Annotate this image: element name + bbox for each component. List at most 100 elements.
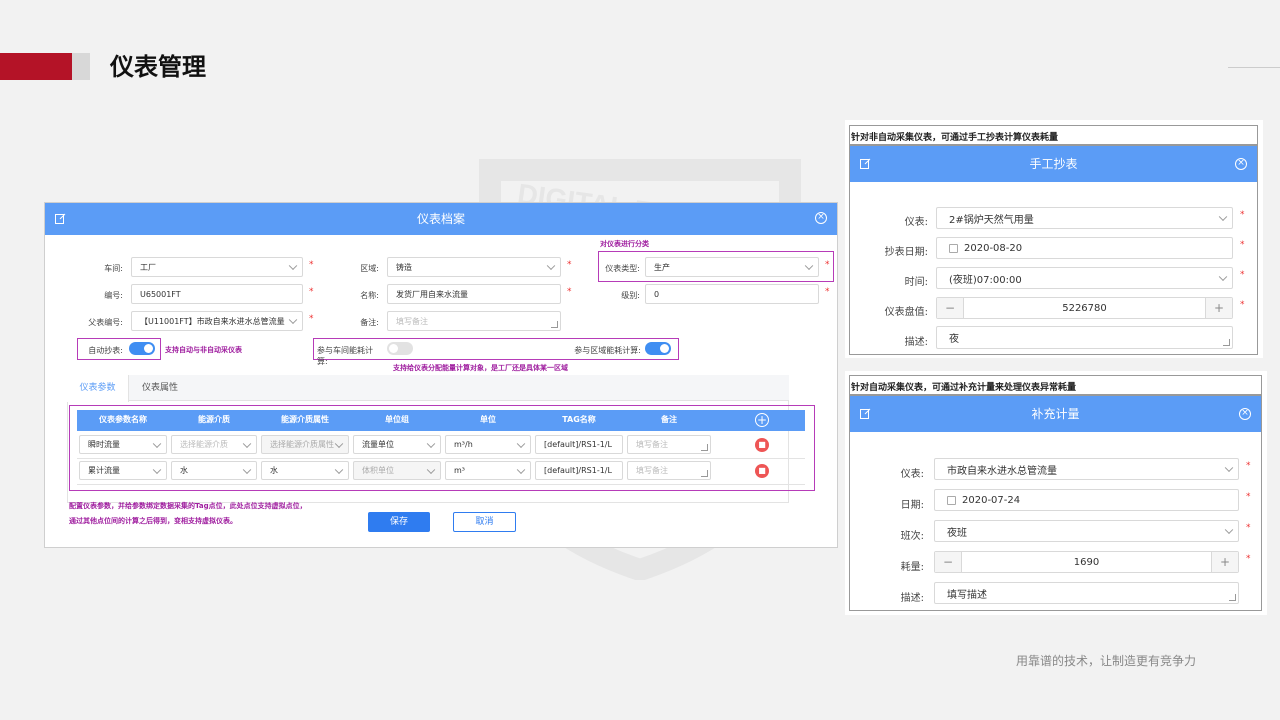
meter-type-label: 仪表类型: [605,264,640,273]
row1-remark-textarea[interactable]: 填写备注 [627,435,711,454]
increment-button[interactable]: + [1211,552,1238,572]
row2-unit-select[interactable]: m³ [445,461,531,480]
row1-medium-attr-select[interactable]: 选择能源介质属性 [261,435,349,454]
workshop-calc-toggle[interactable] [387,342,413,355]
row2-medium-attr-select[interactable]: 水 [261,461,349,480]
row1-tag-input[interactable]: [default]/RS1-1/L [535,435,623,454]
dialog-title: 手工抄表 [1029,157,1078,171]
row2-tag-input[interactable]: [default]/RS1-1/L [535,461,623,480]
required-mark: * [1240,300,1245,310]
parent-code-value: 【U11001FT】市政自来水进水总管流量 [140,316,285,326]
th-medium-attr: 能源介质属性 [259,410,351,430]
chevron-down-icon [516,465,526,474]
shift-label: 班次: [900,531,924,542]
level-input[interactable]: 0 [645,284,819,304]
required-mark: * [1240,270,1245,280]
row2-medium: 水 [180,466,188,475]
chevron-down-icon [242,465,252,474]
desc-value: 夜 [949,334,959,345]
amount-stepper[interactable]: − 1690 + [934,551,1239,573]
increment-button[interactable]: + [1205,298,1232,318]
read-date-picker[interactable]: 2020-08-20 [936,237,1233,259]
shift-select[interactable]: 夜班 [934,520,1239,542]
tab-label: 仪表参数 [79,383,116,393]
reading-stepper[interactable]: − 5226780 + [936,297,1233,319]
name-input[interactable]: 发货厂用自来水流量 [387,284,561,304]
workshop-label: 车间: [104,264,123,273]
th-unit: 单位 [443,410,533,430]
meter-type-select[interactable]: 生产 [645,257,819,277]
meter-select[interactable]: 市政自来水进水总管流量 [934,458,1239,480]
delete-row-icon[interactable]: ■ [755,464,769,478]
code-input[interactable]: U65001FT [131,284,303,304]
required-mark: * [825,287,830,297]
annotation-classify: 对仪表进行分类 [600,240,649,248]
close-icon[interactable]: × [1239,408,1251,420]
row1-unit: m³/h [454,440,473,449]
edit-icon [860,408,871,419]
row2-tag: [default]/RS1-1/L [544,466,612,475]
tab-meter-attrs[interactable]: 仪表属性 [129,375,191,401]
edit-icon [55,213,66,224]
time-select[interactable]: (夜班)07:00:00 [936,267,1233,289]
meter-label: 仪表: [904,217,928,228]
desc-textarea[interactable]: 填写描述 [934,582,1239,604]
reading-label: 仪表盘值: [884,307,928,318]
th-tag: TAG名称 [533,410,625,430]
save-button[interactable]: 保存 [368,512,430,532]
area-select[interactable]: 铸造 [387,257,561,277]
row1-unit-select[interactable]: m³/h [445,435,531,454]
delete-row-icon[interactable]: ■ [755,438,769,452]
area-calc-toggle[interactable] [645,342,671,355]
required-mark: * [309,314,314,324]
row2-unit-group-select[interactable]: 体积单位 [353,461,441,480]
decrement-button[interactable]: − [935,552,962,572]
desc-label: 描述: [904,337,928,348]
remark-placeholder: 填写备注 [396,316,428,326]
read-date-label: 抄表日期: [884,247,928,258]
chevron-down-icon [546,261,556,271]
close-icon[interactable]: × [815,212,827,224]
name-value: 发货厂用自来水流量 [396,289,468,299]
date-value: 2020-07-24 [962,494,1021,506]
tab-meter-params[interactable]: 仪表参数 [67,375,129,402]
row1-unit-group-select[interactable]: 流量单位 [353,435,441,454]
th-param-name: 仪表参数名称 [77,410,169,430]
cancel-button[interactable]: 取消 [453,512,516,532]
date-label: 日期: [900,500,924,511]
parent-code-select[interactable]: 【U11001FT】市政自来水进水总管流量 [131,311,303,331]
th-remark: 备注 [625,410,713,430]
meter-select[interactable]: 2#锅炉天然气用量 [936,207,1233,229]
annotation-table-note-1: 配置仪表参数，并给参数绑定数据采集的Tag点位，此处点位支持虚拟点位， [69,502,307,510]
close-icon[interactable]: × [1235,158,1247,170]
chevron-down-icon [1224,463,1234,473]
header-accent-red [0,53,72,80]
decrement-button[interactable]: − [937,298,964,318]
add-row-icon[interactable]: + [755,413,769,427]
row2-medium-select[interactable]: 水 [171,461,257,480]
chevron-down-icon [288,315,298,325]
row1-param-name-select[interactable]: 瞬时流量 [79,435,167,454]
dialog-titlebar: 补充计量 × [850,396,1261,432]
chevron-down-icon [152,465,162,474]
meter-label: 仪表: [900,469,924,480]
chevron-down-icon [152,439,162,448]
desc-textarea[interactable]: 夜 [936,326,1233,349]
row2-unit: m³ [454,466,465,475]
resize-handle-icon [701,444,708,451]
chevron-down-icon [334,465,344,474]
workshop-select[interactable]: 工厂 [131,257,303,277]
remark-textarea[interactable]: 填写备注 [387,311,561,331]
desc-label: 描述: [900,593,924,604]
resize-handle-icon [1229,594,1236,601]
row1-medium-select[interactable]: 选择能源介质 [171,435,257,454]
chevron-down-icon [804,261,814,271]
resize-handle-icon [551,321,558,328]
page-title: 仪表管理 [110,53,206,81]
date-picker[interactable]: 2020-07-24 [934,489,1239,511]
row2-remark-textarea[interactable]: 填写备注 [627,461,711,480]
th-medium: 能源介质 [169,410,259,430]
row2-param-name-select[interactable]: 累计流量 [79,461,167,480]
row-divider [77,458,805,459]
auto-read-toggle[interactable] [129,342,155,355]
